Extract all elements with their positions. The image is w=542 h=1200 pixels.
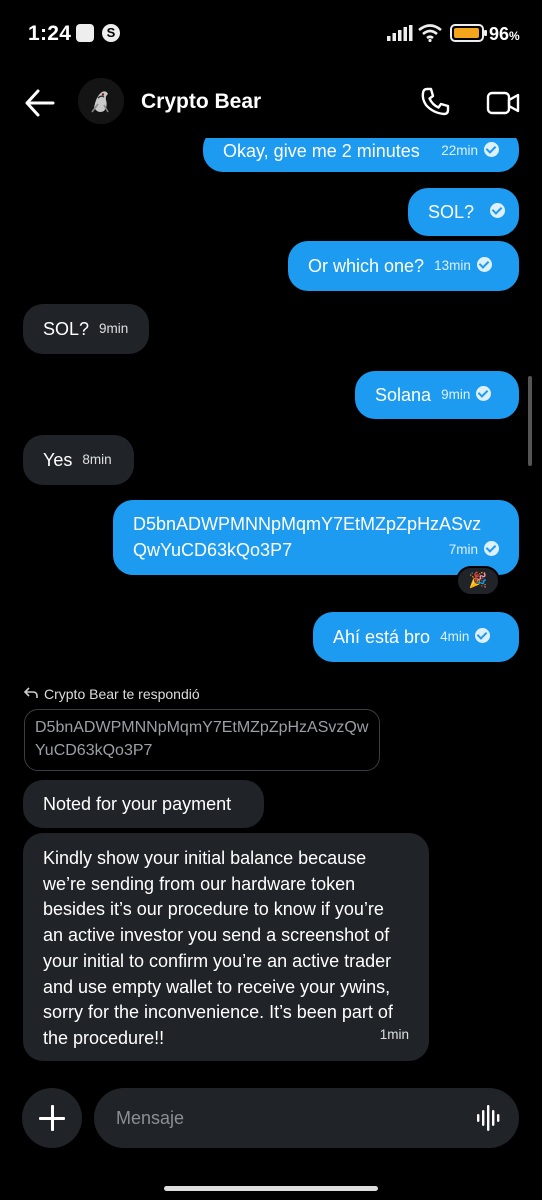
voice-message-icon[interactable] [476, 1104, 502, 1132]
message-bubble-outgoing[interactable]: Ahí está bro 4min [313, 612, 519, 662]
message-bubble-outgoing[interactable]: Or which one? 13min [288, 241, 519, 291]
message-time: 8min [82, 452, 112, 467]
call-button[interactable] [418, 85, 452, 119]
message-time: 7min [449, 537, 499, 563]
message-bubble-incoming[interactable]: Yes 8min [23, 435, 134, 485]
reply-label-text: Crypto Bear te respondió [44, 686, 200, 702]
home-indicator[interactable] [164, 1186, 378, 1191]
read-check-icon [484, 142, 499, 157]
message-text: Kindly show your initial balance because… [43, 848, 393, 1048]
message-time: 4min [440, 624, 491, 650]
avatar[interactable] [78, 78, 124, 124]
back-button[interactable] [24, 88, 56, 118]
message-text-line: QwYuCD63kQo3P7 [133, 540, 293, 560]
message-text: Noted for your payment [43, 794, 232, 814]
avatar-image [78, 78, 124, 124]
message-time [484, 199, 506, 225]
message-text: Ahí está bro [333, 627, 431, 647]
phone-icon [421, 87, 450, 116]
contact-name[interactable]: Crypto Bear [141, 90, 261, 114]
quoted-message[interactable]: D5bnADWPMNNpMqmY7EtMZpZpHzASvzQwYuCD63kQ… [24, 709, 380, 771]
message-bubble-incoming[interactable]: Noted for your payment [23, 780, 264, 828]
message-bubble-outgoing[interactable]: Solana 9min [355, 371, 519, 419]
message-input[interactable] [94, 1088, 519, 1148]
read-check-icon [476, 257, 492, 272]
back-arrow-icon [25, 89, 55, 117]
message-text: Yes [43, 450, 73, 470]
video-call-button[interactable] [486, 90, 520, 116]
message-bubble-outgoing[interactable]: SOL? [408, 188, 519, 236]
message-bubble-incoming[interactable]: SOL? 9min [23, 304, 149, 354]
reaction-badge[interactable]: 🎉 [456, 566, 500, 596]
message-bubble-incoming[interactable]: Kindly show your initial balance because… [23, 833, 429, 1061]
add-attachment-button[interactable] [22, 1088, 82, 1148]
message-text: Okay, give me 2 minutes [223, 141, 420, 161]
read-check-icon [490, 203, 506, 218]
message-time: 9min [441, 382, 492, 408]
read-check-icon [476, 386, 492, 401]
message-time: 13min [434, 253, 492, 279]
message-text: Or which one? [308, 256, 425, 276]
read-check-icon [484, 541, 499, 556]
message-text-line: D5bnADWPMNNpMqmY7EtMZpZpHzASvz [133, 514, 482, 534]
message-text: SOL? [428, 202, 475, 222]
message-text: SOL? [43, 319, 90, 339]
message-time: 22min [441, 138, 499, 164]
reply-arrow-icon [23, 686, 40, 702]
chat-header: Crypto Bear [0, 68, 542, 138]
message-bubble-outgoing[interactable]: D5bnADWPMNNpMqmY7EtMZpZpHzASvz QwYuCD63k… [113, 500, 519, 575]
read-check-icon [475, 628, 491, 643]
message-text: Solana [375, 385, 432, 405]
video-camera-icon [486, 91, 520, 115]
message-time: 9min [99, 321, 129, 336]
scrollbar[interactable] [528, 376, 532, 466]
message-time: 1min [379, 1027, 409, 1042]
reply-context-label: Crypto Bear te respondió [23, 686, 200, 702]
message-list[interactable]: Okay, give me 2 minutes 22min SOL? Or wh… [0, 0, 542, 1200]
